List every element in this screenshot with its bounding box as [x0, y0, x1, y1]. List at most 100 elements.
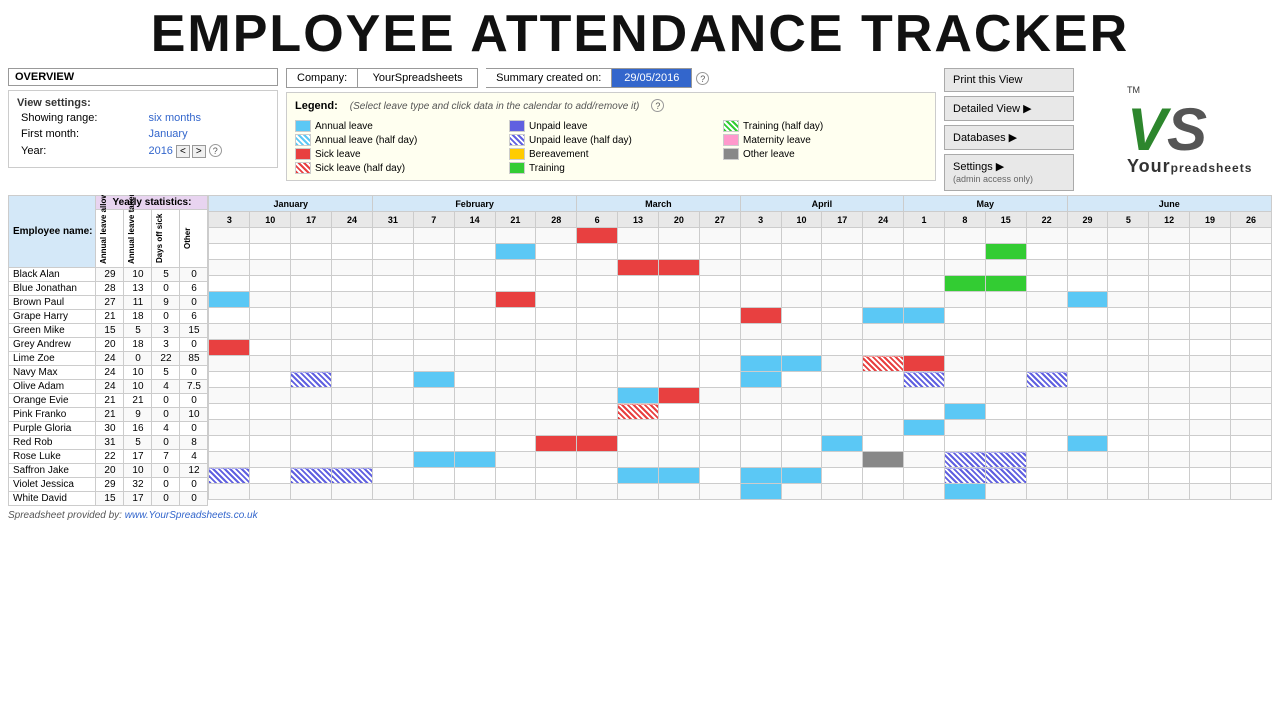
calendar-cell[interactable] [454, 244, 495, 260]
calendar-cell[interactable] [1108, 372, 1149, 388]
calendar-cell[interactable] [1230, 324, 1271, 340]
calendar-cell[interactable] [332, 308, 373, 324]
calendar-cell[interactable] [291, 452, 332, 468]
calendar-cell[interactable] [291, 292, 332, 308]
calendar-cell[interactable] [209, 356, 250, 372]
calendar-cell[interactable] [822, 244, 863, 260]
calendar-cell[interactable] [1190, 404, 1231, 420]
calendar-cell[interactable] [985, 484, 1026, 500]
calendar-cell[interactable] [454, 292, 495, 308]
calendar-cell[interactable] [454, 260, 495, 276]
calendar-cell[interactable] [658, 356, 699, 372]
calendar-cell[interactable] [577, 260, 618, 276]
calendar-cell[interactable] [1067, 292, 1108, 308]
calendar-cell[interactable] [1149, 308, 1190, 324]
calendar-cell[interactable] [372, 372, 413, 388]
calendar-cell[interactable] [1149, 244, 1190, 260]
calendar-cell[interactable] [332, 260, 373, 276]
calendar-cell[interactable] [618, 468, 659, 484]
calendar-cell[interactable] [1230, 404, 1271, 420]
calendar-cell[interactable] [1108, 404, 1149, 420]
calendar-cell[interactable] [209, 420, 250, 436]
table-row[interactable]: Green Mike 15 5 3 15 [9, 324, 208, 338]
calendar-row[interactable] [209, 324, 1272, 340]
calendar-cell[interactable] [536, 484, 577, 500]
calendar-cell[interactable] [536, 228, 577, 244]
calendar-cell[interactable] [863, 372, 904, 388]
calendar-cell[interactable] [1067, 244, 1108, 260]
calendar-cell[interactable] [1108, 340, 1149, 356]
calendar-cell[interactable] [1190, 324, 1231, 340]
calendar-cell[interactable] [740, 452, 781, 468]
calendar-cell[interactable] [699, 436, 740, 452]
calendar-cell[interactable] [413, 260, 454, 276]
calendar-cell[interactable] [863, 420, 904, 436]
calendar-cell[interactable] [1149, 292, 1190, 308]
calendar-cell[interactable] [699, 356, 740, 372]
calendar-cell[interactable] [413, 420, 454, 436]
calendar-cell[interactable] [454, 356, 495, 372]
calendar-cell[interactable] [1230, 420, 1271, 436]
legend-unpaid[interactable]: Unpaid leave [509, 120, 713, 132]
calendar-cell[interactable] [495, 452, 536, 468]
calendar-cell[interactable] [1108, 292, 1149, 308]
calendar-cell[interactable] [1026, 340, 1067, 356]
calendar-cell[interactable] [1067, 484, 1108, 500]
calendar-cell[interactable] [1149, 404, 1190, 420]
calendar-cell[interactable] [413, 484, 454, 500]
calendar-cell[interactable] [904, 436, 945, 452]
calendar-cell[interactable] [291, 276, 332, 292]
calendar-cell[interactable] [413, 244, 454, 260]
calendar-cell[interactable] [1190, 308, 1231, 324]
calendar-cell[interactable] [699, 468, 740, 484]
calendar-cell[interactable] [332, 404, 373, 420]
calendar-cell[interactable] [332, 484, 373, 500]
calendar-cell[interactable] [658, 452, 699, 468]
calendar-row[interactable] [209, 404, 1272, 420]
calendar-cell[interactable] [536, 468, 577, 484]
calendar-cell[interactable] [291, 420, 332, 436]
calendar-cell[interactable] [904, 308, 945, 324]
calendar-row[interactable] [209, 388, 1272, 404]
calendar-cell[interactable] [944, 372, 985, 388]
calendar-cell[interactable] [1190, 292, 1231, 308]
calendar-cell[interactable] [740, 308, 781, 324]
calendar-cell[interactable] [209, 452, 250, 468]
calendar-cell[interactable] [822, 420, 863, 436]
calendar-cell[interactable] [291, 356, 332, 372]
calendar-cell[interactable] [495, 340, 536, 356]
table-row[interactable]: Olive Adam 24 10 4 7.5 [9, 380, 208, 394]
calendar-cell[interactable] [863, 308, 904, 324]
calendar-cell[interactable] [985, 308, 1026, 324]
calendar-cell[interactable] [822, 372, 863, 388]
calendar-cell[interactable] [413, 308, 454, 324]
calendar-cell[interactable] [1026, 324, 1067, 340]
calendar-cell[interactable] [822, 452, 863, 468]
calendar-cell[interactable] [577, 324, 618, 340]
calendar-cell[interactable] [1230, 356, 1271, 372]
calendar-row[interactable] [209, 260, 1272, 276]
calendar-cell[interactable] [372, 340, 413, 356]
calendar-cell[interactable] [904, 292, 945, 308]
table-row[interactable]: Red Rob 31 5 0 8 [9, 436, 208, 450]
calendar-cell[interactable] [1149, 452, 1190, 468]
calendar-cell[interactable] [291, 244, 332, 260]
calendar-cell[interactable] [250, 452, 291, 468]
calendar-cell[interactable] [781, 228, 822, 244]
calendar-cell[interactable] [1026, 468, 1067, 484]
calendar-cell[interactable] [822, 228, 863, 244]
calendar-cell[interactable] [209, 292, 250, 308]
calendar-cell[interactable] [658, 404, 699, 420]
calendar-cell[interactable] [1149, 372, 1190, 388]
calendar-cell[interactable] [495, 388, 536, 404]
table-row[interactable]: Brown Paul 27 11 9 0 [9, 296, 208, 310]
calendar-cell[interactable] [618, 356, 659, 372]
calendar-cell[interactable] [1149, 388, 1190, 404]
calendar-cell[interactable] [1108, 308, 1149, 324]
calendar-cell[interactable] [536, 260, 577, 276]
calendar-cell[interactable] [250, 372, 291, 388]
calendar-cell[interactable] [413, 340, 454, 356]
calendar-cell[interactable] [944, 340, 985, 356]
calendar-cell[interactable] [250, 484, 291, 500]
calendar-cell[interactable] [822, 340, 863, 356]
